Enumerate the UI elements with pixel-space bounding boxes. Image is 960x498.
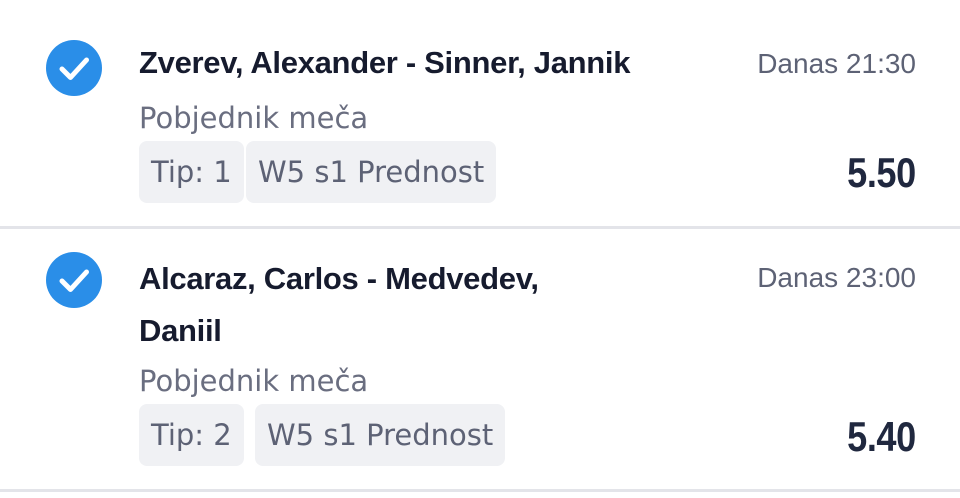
tip-chip: Tip: 2 [139,404,244,466]
bet-item[interactable]: Alcaraz, Carlos - Medvedev, Daniil Danas… [0,229,960,491]
odds-value: 5.40 [847,413,916,460]
check-circle-icon[interactable] [46,40,102,96]
bonus-chip: W5 s1 Prednost [255,404,506,466]
match-time: Danas 23:00 [757,262,916,293]
match-time: Danas 21:30 [757,48,916,79]
match-title-line: Alcaraz, Carlos - Medvedev, [139,261,539,296]
match-title-line: Daniil [139,313,222,348]
bonus-chip: W5 s1 Prednost [246,141,497,203]
market-name: Pobjednik meča [139,364,369,398]
match-title: Zverev, Alexander - Sinner, Jannik [139,45,631,80]
check-circle-icon[interactable] [46,252,102,308]
tip-chip: Tip: 1 [139,141,244,203]
market-name: Pobjednik meča [139,101,369,135]
odds-value: 5.50 [847,149,916,196]
divider [0,489,960,492]
match-title: Alcaraz, Carlos - Medvedev, Daniil [139,253,539,357]
bet-item[interactable]: Zverev, Alexander - Sinner, Jannik Danas… [0,0,960,226]
